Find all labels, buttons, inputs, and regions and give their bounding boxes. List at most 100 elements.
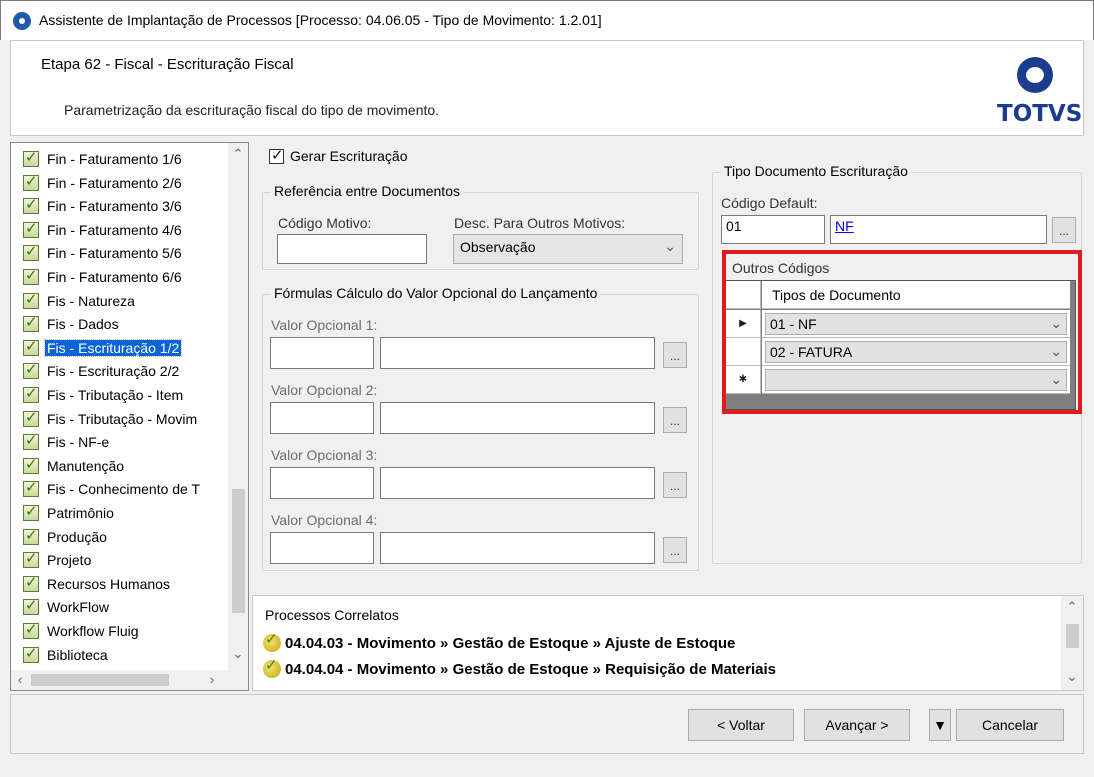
process-check-icon bbox=[263, 630, 281, 652]
chevron-down-icon[interactable]: ⌄ bbox=[664, 238, 676, 255]
tree-item[interactable]: Fin - Faturamento 2/6 bbox=[23, 172, 184, 194]
logo-circle-icon bbox=[1017, 57, 1053, 93]
avancar-button[interactable]: Avançar > bbox=[804, 709, 910, 741]
valor-opcional-formula-input[interactable] bbox=[380, 337, 655, 369]
valor-opcional-formula-input[interactable] bbox=[380, 532, 655, 564]
step-done-icon bbox=[23, 596, 39, 616]
outros-codigos-label: Outros Códigos bbox=[732, 260, 830, 276]
step-done-icon bbox=[23, 455, 39, 474]
valor-opcional-lookup-button[interactable]: ... bbox=[663, 537, 687, 563]
valor-opcional-lookup-button[interactable]: ... bbox=[663, 407, 687, 433]
tree-item[interactable]: Fin - Faturamento 3/6 bbox=[23, 195, 184, 217]
tree-item[interactable]: Produção bbox=[23, 526, 109, 548]
referencia-group-label: Referência entre Documentos bbox=[271, 183, 463, 199]
step-done-icon bbox=[23, 266, 39, 285]
valor-opcional-code-input[interactable] bbox=[270, 532, 374, 564]
step-done-icon bbox=[23, 431, 39, 451]
tree-item-label: Patrimônio bbox=[47, 505, 114, 521]
processos-correlatos-panel: Processos Correlatos 04.04.03 - Moviment… bbox=[252, 595, 1084, 691]
step-done-icon bbox=[23, 478, 39, 498]
tree-item[interactable]: Fis - Tributação - Item bbox=[23, 384, 185, 406]
scroll-up-icon[interactable]: ⌃ bbox=[229, 145, 247, 163]
tree-item-label: Fis - Natureza bbox=[47, 292, 135, 309]
valor-opcional-lookup-button[interactable]: ... bbox=[663, 342, 687, 368]
step-done-icon bbox=[23, 408, 39, 427]
codigo-motivo-input[interactable] bbox=[277, 234, 427, 264]
tree-item[interactable]: Fis - Natureza bbox=[23, 290, 137, 312]
tree-item-label: Biblioteca bbox=[47, 646, 108, 663]
tree-item-label: Fin - Faturamento 2/6 bbox=[47, 174, 182, 191]
tree-item-label: Fis - Dados bbox=[47, 316, 119, 333]
valor-opcional-label: Valor Opcional 3: bbox=[271, 447, 378, 463]
tree-item-label: Recursos Humanos bbox=[47, 575, 170, 592]
scroll-left-icon[interactable]: ‹ bbox=[11, 671, 29, 689]
valor-opcional-formula-input[interactable] bbox=[380, 402, 655, 434]
step-done-icon bbox=[23, 313, 39, 333]
cancelar-button[interactable]: Cancelar bbox=[956, 709, 1064, 741]
window-title-bar[interactable]: Assistente de Implantação de Processos [… bbox=[0, 0, 1094, 40]
referencia-group: Referência entre Documentos Código Motiv… bbox=[262, 183, 699, 270]
desc-outros-motivos-value: Observação bbox=[460, 239, 536, 255]
codigo-default-lookup-button[interactable]: ... bbox=[1052, 217, 1076, 243]
tree-item[interactable]: Recursos Humanos bbox=[23, 573, 172, 595]
tree-item[interactable]: Fin - Faturamento 5/6 bbox=[23, 242, 184, 264]
valor-opcional-code-input[interactable] bbox=[270, 402, 374, 434]
scroll-down-icon[interactable]: ⌄ bbox=[229, 645, 247, 663]
tree-item[interactable]: Fin - Faturamento 1/6 bbox=[23, 148, 184, 170]
tree-item[interactable]: Manutenção bbox=[23, 455, 126, 477]
tree-item[interactable]: Fin - Faturamento 4/6 bbox=[23, 219, 184, 241]
processos-correlatos-title: Processos Correlatos bbox=[265, 607, 399, 623]
caret-down-icon: ▼ bbox=[933, 717, 947, 733]
step-done-icon bbox=[23, 172, 39, 191]
valor-opcional-code-input[interactable] bbox=[270, 467, 374, 499]
valor-opcional-code-input[interactable] bbox=[270, 337, 374, 369]
gerar-escrituracao-checkbox[interactable]: Gerar Escrituração bbox=[269, 146, 407, 164]
tree-item[interactable]: Biblioteca bbox=[23, 644, 110, 666]
app-icon bbox=[13, 12, 31, 30]
tree-item[interactable]: Fis - Escrituração 1/2 bbox=[23, 337, 183, 359]
tree-item-label: Fin - Faturamento 4/6 bbox=[47, 221, 182, 238]
tree-item[interactable]: Fis - Tributação - Movim bbox=[23, 408, 199, 430]
scroll-right-icon[interactable]: › bbox=[203, 671, 221, 689]
step-done-icon bbox=[23, 290, 39, 309]
tree-item[interactable]: Fis - Conhecimento de T bbox=[23, 478, 202, 500]
step-title: Etapa 62 - Fiscal - Escrituração Fiscal bbox=[41, 56, 294, 73]
step-done-icon bbox=[23, 620, 39, 639]
tree-horizontal-scrollbar[interactable]: ‹ › bbox=[11, 670, 248, 690]
formulas-group-label: Fórmulas Cálculo do Valor Opcional do La… bbox=[271, 285, 601, 301]
tree-item[interactable]: Fis - NF-e bbox=[23, 431, 111, 453]
checkbox-checked-icon[interactable] bbox=[269, 146, 284, 164]
nf-link[interactable]: NF bbox=[835, 218, 854, 234]
tree-item[interactable]: WorkFlow bbox=[23, 596, 111, 618]
tree-item[interactable]: Fis - Escrituração 2/2 bbox=[23, 360, 181, 382]
voltar-button[interactable]: < Voltar bbox=[688, 709, 794, 741]
desc-outros-motivos-select[interactable]: Observação ⌄ bbox=[453, 234, 683, 264]
tree-item-label: Fin - Faturamento 3/6 bbox=[47, 198, 182, 215]
step-done-icon bbox=[23, 360, 39, 380]
processo-correlato-item[interactable]: 04.04.03 - Movimento » Gestão de Estoque… bbox=[263, 630, 735, 652]
tree-item[interactable]: Workflow Fluig bbox=[23, 620, 141, 642]
tree-item-label: Fis - Tributação - Item bbox=[47, 387, 184, 403]
step-done-icon bbox=[23, 573, 39, 592]
tree-hscroll-thumb[interactable] bbox=[31, 674, 169, 686]
tree-item[interactable]: Patrimônio bbox=[23, 502, 116, 524]
tree-vertical-scrollbar[interactable]: ⌃ ⌄ bbox=[228, 143, 248, 671]
steps-tree[interactable]: Fin - Faturamento 1/6 Fin - Faturamento 2… bbox=[10, 142, 249, 691]
dropdown-button[interactable]: ▼ bbox=[929, 709, 951, 741]
codigo-default-description[interactable]: NF bbox=[830, 215, 1047, 244]
correlatos-vscroll-thumb[interactable] bbox=[1066, 624, 1079, 648]
valor-opcional-lookup-button[interactable]: ... bbox=[663, 472, 687, 498]
processo-correlato-item[interactable]: 04.04.04 - Movimento » Gestão de Estoque… bbox=[263, 656, 776, 678]
window-title: Assistente de Implantação de Processos [… bbox=[39, 12, 602, 28]
valor-opcional-formula-input[interactable] bbox=[380, 467, 655, 499]
tree-item[interactable]: Fin - Faturamento 6/6 bbox=[23, 266, 184, 288]
tree-item[interactable]: Projeto bbox=[23, 549, 93, 571]
correlatos-vertical-scrollbar[interactable]: ⌃ ⌄ bbox=[1061, 596, 1083, 690]
tree-vscroll-thumb[interactable] bbox=[232, 489, 245, 613]
scroll-down-icon[interactable]: ⌄ bbox=[1063, 668, 1081, 686]
scroll-up-icon[interactable]: ⌃ bbox=[1063, 598, 1081, 616]
tree-item[interactable]: Fis - Dados bbox=[23, 313, 121, 335]
step-done-icon bbox=[23, 148, 39, 167]
step-done-icon bbox=[23, 526, 39, 545]
codigo-default-input[interactable]: 01 bbox=[721, 215, 825, 244]
